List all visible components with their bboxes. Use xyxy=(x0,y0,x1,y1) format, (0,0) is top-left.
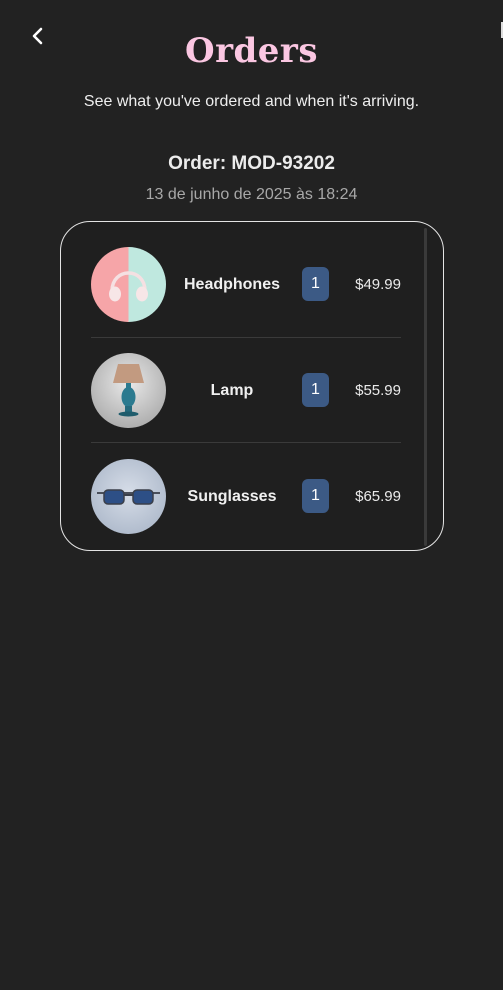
headphones-image xyxy=(91,247,166,322)
list-item[interactable]: Sunglasses 1 $65.99 xyxy=(91,434,401,539)
item-price: $55.99 xyxy=(355,382,401,399)
list-item[interactable]: Lamp 1 $55.99 xyxy=(91,328,401,433)
order-date: 13 de junho de 2025 às 18:24 xyxy=(145,186,358,203)
scrollbar[interactable] xyxy=(424,228,427,546)
item-name: Lamp xyxy=(210,382,254,399)
quantity-badge: 1 xyxy=(302,479,329,513)
lamp-image xyxy=(91,353,166,428)
item-price: $65.99 xyxy=(355,488,401,505)
page-title: Orders xyxy=(185,31,318,71)
item-price: $49.99 xyxy=(355,276,401,293)
sunglasses-image xyxy=(91,459,166,534)
item-name: Headphones xyxy=(183,276,280,293)
page-subtitle: See what you've ordered and when it's ar… xyxy=(83,93,420,110)
quantity-badge: 1 xyxy=(302,267,329,301)
list-item[interactable]: Headphones 1 $49.99 xyxy=(91,222,401,327)
order-items-card[interactable]: Headphones 1 $49.99 Lamp 1 $55.99 Sungla… xyxy=(60,221,444,551)
quantity-badge: 1 xyxy=(302,373,329,407)
order-number: Order: MOD-93202 xyxy=(168,153,335,174)
item-name: Sunglasses xyxy=(187,488,277,505)
